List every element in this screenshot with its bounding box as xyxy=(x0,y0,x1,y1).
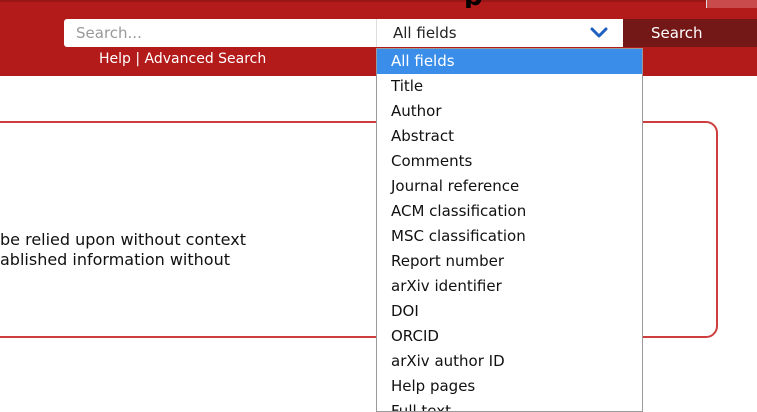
dropdown-option-author[interactable]: Author xyxy=(377,99,642,124)
search-field-dropdown-list: All fields Title Author Abstract Comment… xyxy=(376,48,643,412)
help-link[interactable]: Help xyxy=(99,51,131,67)
search-field-select-value: All fields xyxy=(393,24,457,42)
dropdown-option-arxiv-author-id[interactable]: arXiv author ID xyxy=(377,349,642,374)
top-right-control[interactable] xyxy=(706,0,757,8)
search-button[interactable]: Search xyxy=(623,19,757,47)
dropdown-option-all-fields[interactable]: All fields xyxy=(377,49,642,74)
chevron-down-icon xyxy=(590,27,608,38)
search-field-select[interactable]: All fields xyxy=(376,19,623,47)
dropdown-option-acm-classification[interactable]: ACM classification xyxy=(377,199,642,224)
dropdown-option-abstract[interactable]: Abstract xyxy=(377,124,642,149)
dropdown-option-journal-reference[interactable]: Journal reference xyxy=(377,174,642,199)
page: p All fields Search Help | Advanced Sear… xyxy=(0,0,757,412)
search-input[interactable] xyxy=(64,19,376,47)
dropdown-option-full-text[interactable]: Full text xyxy=(377,399,642,411)
dropdown-option-title[interactable]: Title xyxy=(377,74,642,99)
notice-line-1: be relied upon without context xyxy=(0,230,246,249)
dropdown-option-help-pages[interactable]: Help pages xyxy=(377,374,642,399)
page-title-fragment: p xyxy=(464,0,534,8)
dropdown-option-arxiv-identifier[interactable]: arXiv identifier xyxy=(377,274,642,299)
dropdown-option-report-number[interactable]: Report number xyxy=(377,249,642,274)
header-edge xyxy=(0,0,757,2)
header-links: Help | Advanced Search xyxy=(99,49,266,69)
notice-line-2: ablished information without xyxy=(0,250,230,269)
dropdown-option-comments[interactable]: Comments xyxy=(377,149,642,174)
advanced-search-link[interactable]: Advanced Search xyxy=(145,51,267,67)
dropdown-option-doi[interactable]: DOI xyxy=(377,299,642,324)
link-separator: | xyxy=(135,51,141,67)
dropdown-option-orcid[interactable]: ORCID xyxy=(377,324,642,349)
dropdown-option-msc-classification[interactable]: MSC classification xyxy=(377,224,642,249)
